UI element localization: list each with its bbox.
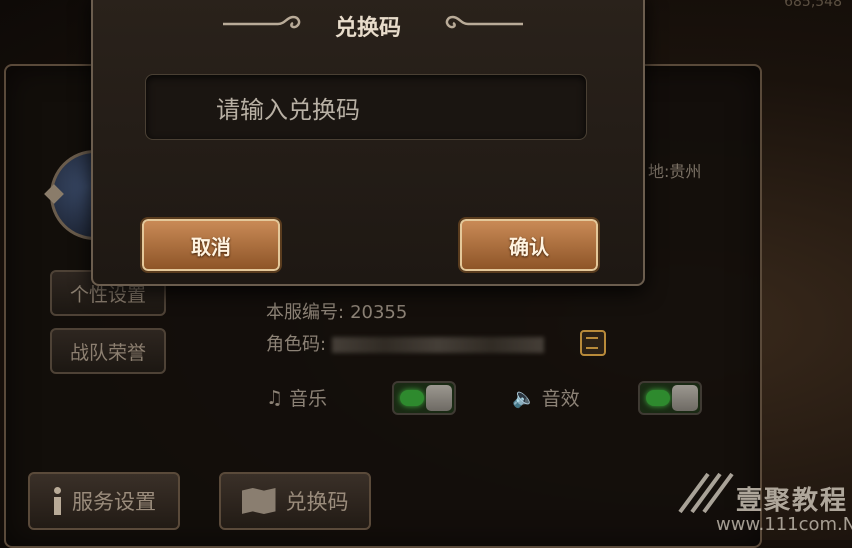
copy-icon[interactable] [580,330,606,356]
redeem-code-label: 兑换码 [285,490,349,514]
confirm-button[interactable]: 确认 [458,217,600,273]
dialog-title: 兑换码 [334,16,401,41]
map-icon [241,488,276,514]
role-code-row: 角色码: [266,330,545,356]
role-code-label: 角色码: [266,334,327,355]
sfx-label: 音效 [541,388,580,410]
service-settings-button[interactable]: 服务设置 [28,472,180,530]
info-icon [52,487,62,515]
speaker-icon: 🔈 [512,387,536,409]
redeem-code-input[interactable]: 请输入兑换码 [145,74,587,140]
title-flourish-right-icon [445,15,523,29]
team-honor-button[interactable]: 战队荣誉 [50,328,166,374]
sfx-toggle-label: 🔈 音效 [512,384,580,411]
toggle-knob [426,385,452,411]
toggle-on-indicator [646,390,670,406]
service-settings-label: 服务设置 [72,490,156,514]
toggle-knob [672,385,698,411]
cancel-button[interactable]: 取消 [140,217,282,273]
watermark-title: 壹聚教程 [736,486,849,516]
redeem-code-button[interactable]: 兑换码 [219,472,371,530]
server-number-label: 本服编号: [266,302,345,323]
music-toggle-label: ♫ 音乐 [266,384,327,411]
location-text: 地:贵州 [648,162,702,181]
music-note-icon: ♫ [266,386,284,409]
redeem-code-dialog: 兑换码 请输入兑换码 取消 确认 [91,0,645,286]
currency-readout: 685,548 [784,0,842,10]
sfx-toggle[interactable] [638,381,702,415]
music-label: 音乐 [289,388,328,410]
toggle-on-indicator [400,390,424,406]
role-code-value-redacted [332,337,545,353]
music-toggle[interactable] [392,381,456,415]
server-number-value: 20355 [350,302,408,323]
watermark-url: www.111com.Net [716,514,852,535]
server-number-row: 本服编号: 20355 [266,298,407,324]
